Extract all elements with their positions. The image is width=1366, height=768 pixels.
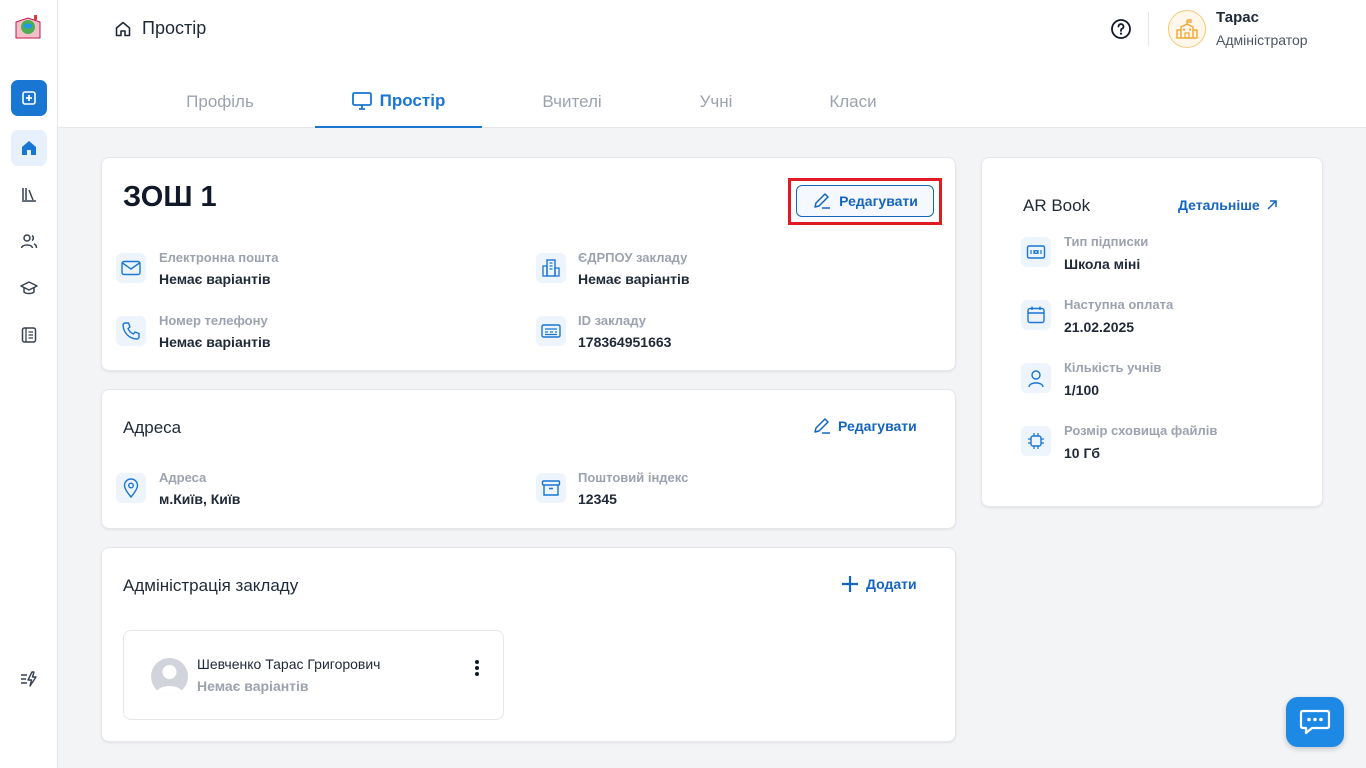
email-value: Немає варіантів xyxy=(159,271,271,287)
address-label: Адреса xyxy=(159,470,207,485)
tab-profile[interactable]: Профіль xyxy=(156,76,284,128)
edrpou-label: ЄДРПОУ закладу xyxy=(578,250,688,265)
students-count-value: 1/100 xyxy=(1064,382,1100,398)
phone-value: Немає варіантів xyxy=(159,334,271,350)
administration-title: Адміністрація закладу xyxy=(123,576,299,595)
plus-icon xyxy=(842,576,858,592)
sidebar-item-users[interactable] xyxy=(11,223,47,259)
email-label: Електронна пошта xyxy=(159,250,279,265)
app-logo-icon[interactable] xyxy=(13,12,43,42)
storage-size-label: Розмір сховища файлів xyxy=(1064,423,1218,438)
person-placeholder-icon xyxy=(155,665,184,695)
tab-label: Учні xyxy=(699,92,733,111)
add-button[interactable] xyxy=(11,80,47,116)
plus-icon xyxy=(22,91,36,105)
home-icon xyxy=(115,21,131,36)
add-admin-button[interactable]: Додати xyxy=(840,574,917,594)
tab-label: Профіль xyxy=(186,92,254,111)
chip-icon xyxy=(1021,426,1051,456)
sidebar-item-classes[interactable] xyxy=(11,270,47,306)
avatar xyxy=(151,658,188,695)
user-icon xyxy=(1021,363,1051,393)
admin-subtitle: Немає варіантів xyxy=(197,678,309,694)
admin-member-card[interactable]: Шевченко Тарас Григорович Немає варіанті… xyxy=(123,630,504,720)
tab-students[interactable]: Учні xyxy=(664,76,768,128)
next-payment-label: Наступна оплата xyxy=(1064,297,1174,312)
building-icon xyxy=(536,253,566,283)
edit-address-button[interactable]: Редагувати xyxy=(812,417,917,435)
phone-icon xyxy=(116,316,146,346)
details-link[interactable]: Детальніше xyxy=(1178,197,1278,213)
storage-size-value: 10 Гб xyxy=(1064,445,1101,461)
school-id-value: 178364951663 xyxy=(578,334,672,350)
phone-label: Номер телефону xyxy=(159,313,268,328)
breadcrumb[interactable]: Простір xyxy=(114,18,206,39)
chat-button[interactable] xyxy=(1286,697,1344,747)
lightning-list-icon xyxy=(21,671,37,687)
tab-label: Вчителі xyxy=(542,92,602,111)
header-divider xyxy=(1148,12,1149,46)
address-card xyxy=(101,389,956,529)
help-icon[interactable] xyxy=(1110,18,1132,40)
edrpou-value: Немає варіантів xyxy=(578,271,690,287)
sidebar-item-quick-actions[interactable] xyxy=(11,661,47,697)
more-options-icon[interactable] xyxy=(470,658,484,678)
subscription-type-value: Школа міні xyxy=(1064,256,1141,272)
home-icon xyxy=(22,141,36,155)
library-icon xyxy=(22,188,36,202)
address-title: Адреса xyxy=(123,418,182,437)
ticket-icon xyxy=(1021,237,1051,267)
user-avatar[interactable] xyxy=(1168,10,1206,48)
external-arrow-icon xyxy=(1267,200,1277,210)
breadcrumb-label: Простір xyxy=(142,18,207,38)
subscription-title: AR Book xyxy=(1023,196,1091,215)
sidebar xyxy=(0,0,58,768)
school-name: ЗОШ 1 xyxy=(123,181,217,213)
sidebar-item-library[interactable] xyxy=(11,176,47,212)
monitor-icon xyxy=(351,92,372,110)
journal-icon xyxy=(21,327,37,343)
graduation-cap-icon xyxy=(20,281,38,295)
pencil-icon xyxy=(814,193,831,209)
pencil-icon xyxy=(814,418,830,434)
sidebar-item-home[interactable] xyxy=(11,130,47,166)
details-label: Детальніше xyxy=(1178,197,1260,213)
school-id-label: ID закладу xyxy=(578,313,646,328)
add-label: Додати xyxy=(866,576,917,592)
edit-label: Редагувати xyxy=(839,193,918,209)
school-building-icon xyxy=(1176,19,1198,39)
edit-label: Редагувати xyxy=(838,418,917,434)
location-pin-icon xyxy=(116,473,146,503)
id-card-icon xyxy=(536,316,566,346)
calendar-icon xyxy=(1021,300,1051,330)
tab-classes[interactable]: Класи xyxy=(800,76,906,128)
sidebar-item-journal[interactable] xyxy=(11,317,47,353)
user-role: Адміністратор xyxy=(1216,32,1308,48)
edit-school-button[interactable]: Редагувати xyxy=(796,185,934,217)
admin-name: Шевченко Тарас Григорович xyxy=(197,656,381,672)
tab-label: Класи xyxy=(829,92,877,111)
postal-code-value: 12345 xyxy=(578,491,617,507)
email-icon xyxy=(116,253,146,283)
tab-label: Простір xyxy=(379,91,446,110)
chat-bubble-icon xyxy=(1299,709,1331,735)
tab-space[interactable]: Простір xyxy=(315,76,482,128)
postal-code-label: Поштовий індекс xyxy=(578,470,689,485)
subscription-type-label: Тип підписки xyxy=(1064,234,1149,249)
address-value: м.Київ, Київ xyxy=(159,491,241,507)
tab-teachers[interactable]: Вчителі xyxy=(510,76,634,128)
mailbox-icon xyxy=(536,473,566,503)
user-name[interactable]: Тарас xyxy=(1216,9,1259,26)
users-icon xyxy=(20,234,38,249)
next-payment-value: 21.02.2025 xyxy=(1064,319,1135,335)
students-count-label: Кількість учнів xyxy=(1064,360,1162,375)
